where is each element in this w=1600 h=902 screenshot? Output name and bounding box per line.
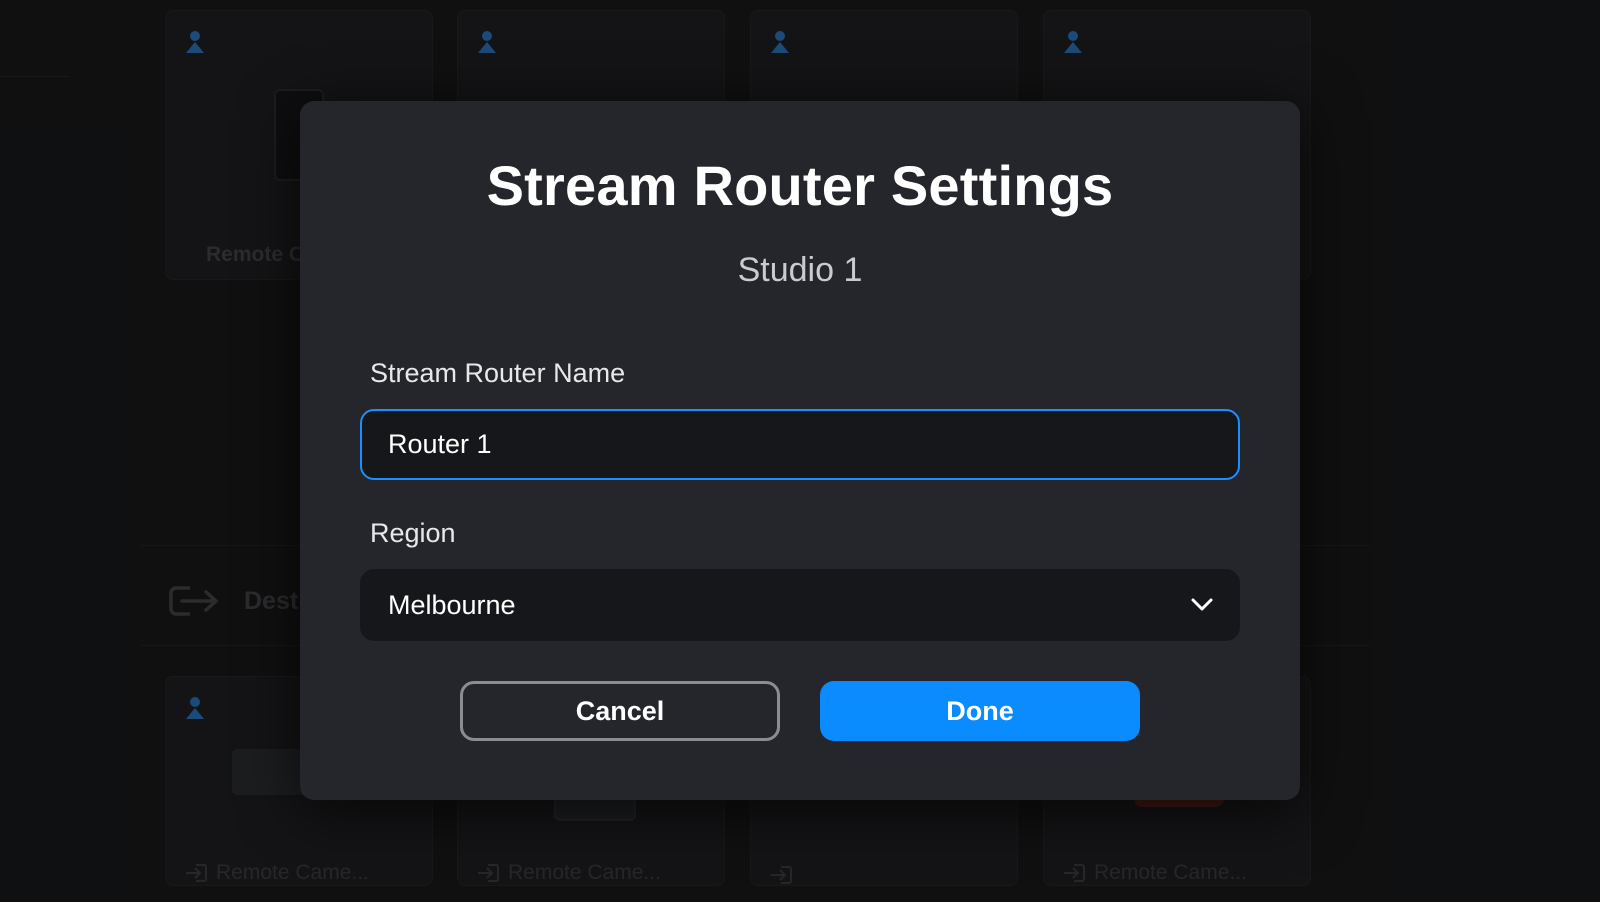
dialog-title: Stream Router Settings bbox=[486, 154, 1114, 217]
router-name-input[interactable] bbox=[360, 409, 1240, 480]
region-selected-value: Melbourne bbox=[388, 589, 516, 620]
router-name-label: Stream Router Name bbox=[370, 358, 626, 388]
region-select[interactable]: Melbourne bbox=[360, 569, 1240, 641]
cancel-button[interactable]: Cancel bbox=[460, 681, 780, 741]
dialog-subtitle: Studio 1 bbox=[737, 251, 863, 289]
region-label: Region bbox=[370, 518, 456, 548]
done-button[interactable]: Done bbox=[820, 681, 1140, 741]
stream-router-settings-dialog: Stream Router Settings Studio 1 Stream R… bbox=[300, 101, 1300, 800]
chevron-down-icon bbox=[1191, 598, 1213, 611]
